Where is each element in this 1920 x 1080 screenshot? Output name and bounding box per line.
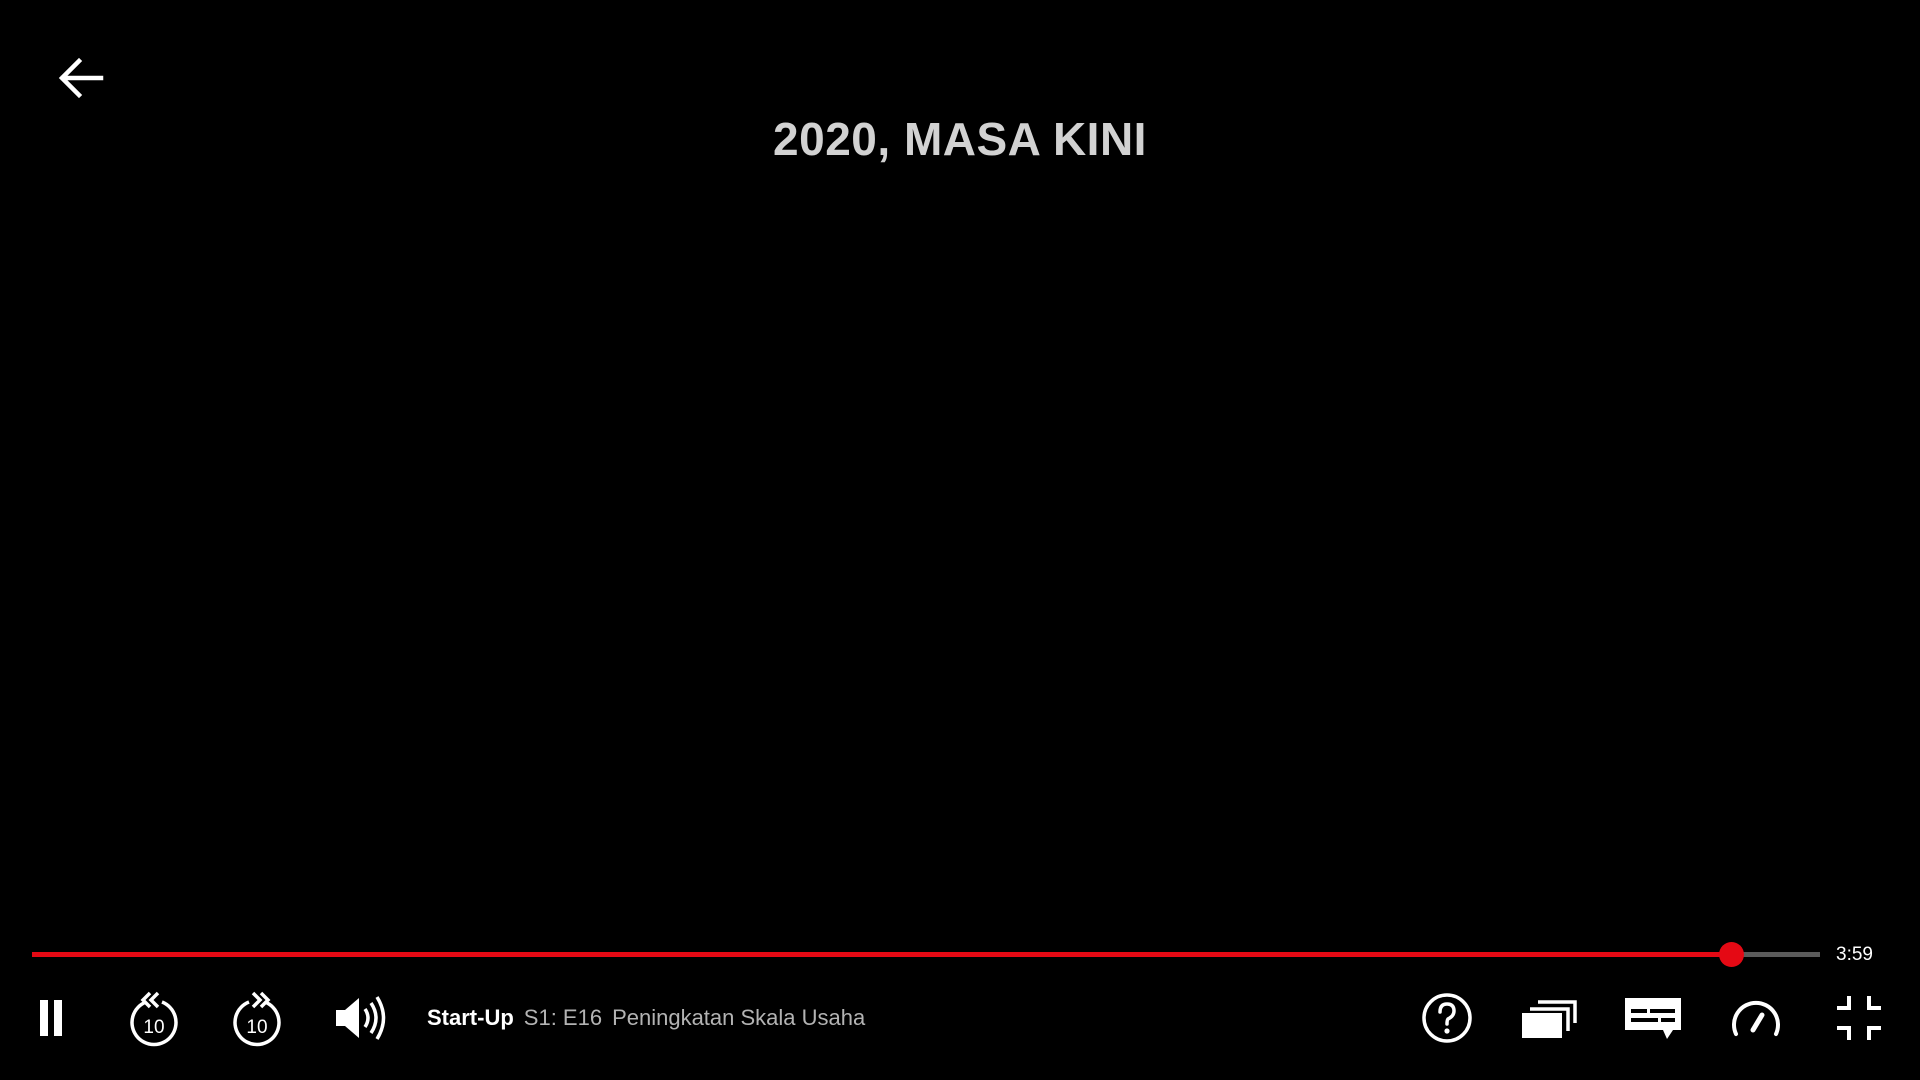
- volume-button[interactable]: [330, 988, 390, 1048]
- pause-icon: [40, 1000, 62, 1036]
- forward-10-button[interactable]: 10: [227, 988, 287, 1048]
- svg-text:10: 10: [246, 1017, 267, 1038]
- progress-fill: [32, 952, 1731, 957]
- progress-scrubber[interactable]: [1718, 942, 1744, 967]
- time-remaining: 3:59: [1836, 944, 1873, 965]
- svg-text:10: 10: [143, 1017, 164, 1038]
- help-button[interactable]: [1417, 988, 1477, 1048]
- volume-icon: [336, 996, 386, 1040]
- progress-bar[interactable]: [32, 940, 1820, 970]
- pause-button[interactable]: [21, 988, 81, 1048]
- arrow-left-icon: [58, 57, 104, 99]
- subtitles-button[interactable]: [1623, 988, 1683, 1048]
- help-icon: [1422, 993, 1472, 1043]
- back-button[interactable]: [48, 50, 112, 106]
- exit-fullscreen-icon: [1837, 996, 1881, 1040]
- episodes-icon: [1522, 1000, 1577, 1038]
- title-info: Start-Up S1: E16 Peningkatan Skala Usaha: [427, 1002, 865, 1034]
- subtitles-icon: [1625, 998, 1681, 1039]
- exit-fullscreen-button[interactable]: [1829, 988, 1889, 1048]
- episode-number: S1: E16: [523, 1005, 603, 1030]
- video-caption: 2020, MASA KINI: [773, 113, 1147, 165]
- episodes-button[interactable]: [1520, 988, 1580, 1048]
- show-title: Start-Up: [427, 1005, 514, 1030]
- forward-10-icon: 10: [233, 991, 281, 1047]
- rewind-10-button[interactable]: 10: [124, 988, 184, 1048]
- playback-speed-icon: [1732, 1000, 1780, 1036]
- rewind-10-icon: 10: [130, 991, 178, 1047]
- episode-title: Peningkatan Skala Usaha: [612, 1005, 866, 1030]
- playback-speed-button[interactable]: [1726, 988, 1786, 1048]
